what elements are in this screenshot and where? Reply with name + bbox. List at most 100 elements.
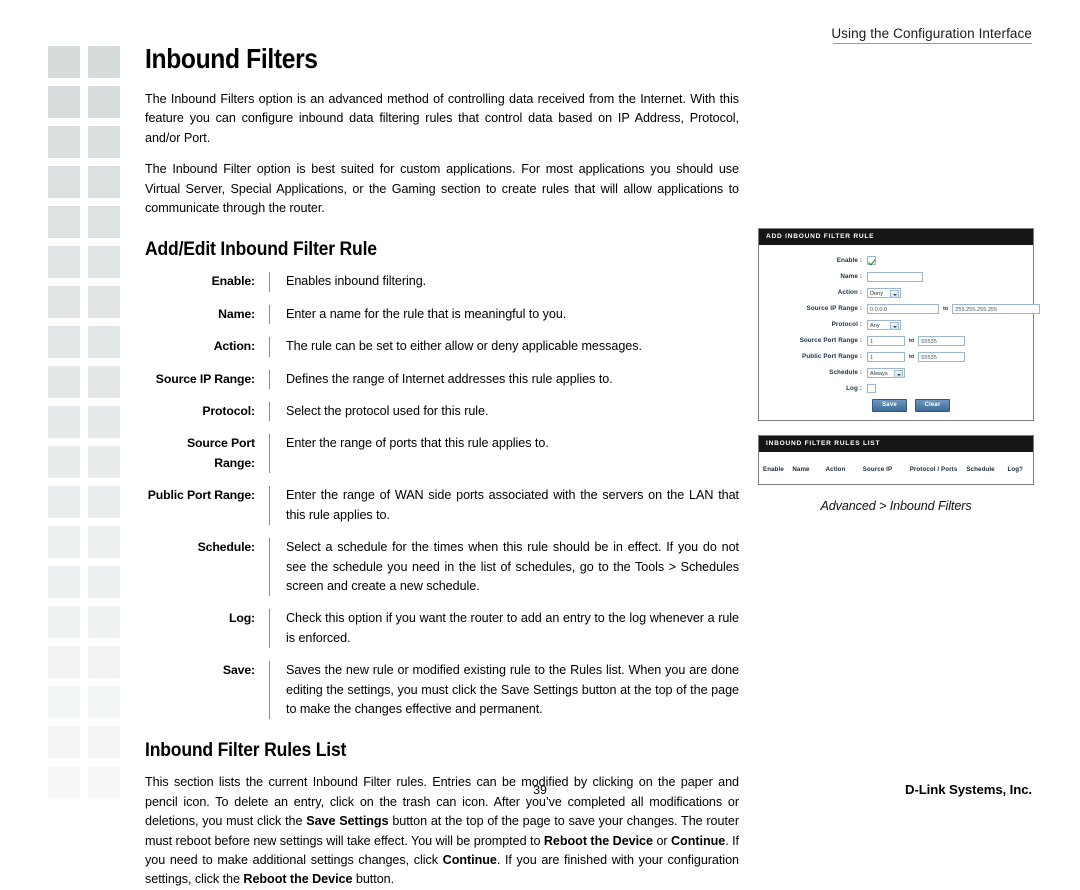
enable-checkbox[interactable]: [867, 256, 876, 265]
schedule-select[interactable]: Always: [867, 367, 905, 378]
decorative-square: [48, 366, 80, 398]
intro-paragraph: The Inbound Filter option is best suited…: [145, 162, 739, 216]
running-header-text: Using the Configuration Interface: [831, 26, 1032, 41]
source-ip-from-input[interactable]: 0.0.0.0: [867, 303, 939, 314]
action-select[interactable]: Deny: [867, 287, 901, 298]
decorative-square: [48, 446, 80, 478]
form-row-enable: Enable :: [767, 254, 1025, 267]
definition-text: Enables inbound filtering.: [269, 272, 739, 292]
label-enable: Enable :: [836, 257, 862, 264]
decorative-square-row: [48, 566, 120, 598]
decorative-square-row: [48, 646, 120, 678]
form-row-source-port-range: Source Port Range : 1 to 65535: [767, 334, 1025, 347]
decorative-square: [88, 326, 120, 358]
definition-text: The rule can be set to either allow or d…: [269, 337, 739, 357]
decorative-square-row: [48, 86, 120, 118]
decorative-square-row: [48, 526, 120, 558]
protocol-select[interactable]: Any: [867, 319, 901, 330]
chevron-down-icon: [890, 321, 899, 330]
rules-table-column-header: Name: [792, 466, 810, 473]
decorative-square: [88, 726, 120, 758]
definition-row: Action: The rule can be set to either all…: [145, 337, 739, 357]
decorative-square: [88, 566, 120, 598]
field-source-ip-range: 0.0.0.0 to 255.255.255.255: [867, 303, 1041, 314]
label-log: Log :: [846, 385, 862, 392]
decorative-square-row: [48, 286, 120, 318]
name-input[interactable]: [867, 271, 923, 282]
clear-button[interactable]: Clear: [915, 399, 950, 412]
decorative-square: [48, 686, 80, 718]
rules-table-column-header: Source IP: [862, 466, 893, 473]
definition-row: Log: Check this option if you want the ro…: [145, 609, 739, 649]
definition-term: Log:: [228, 611, 255, 626]
decorative-square: [88, 46, 120, 78]
log-checkbox[interactable]: [867, 384, 876, 393]
definition-row: Source IP Range: Defines the range of Int…: [145, 369, 739, 390]
decorative-square-row: [48, 606, 120, 638]
intro-paragraph: The Inbound Filters option is an advance…: [145, 92, 739, 145]
definition-term: Source IP Range:: [155, 371, 255, 386]
decorative-square-strip: [48, 46, 120, 806]
public-port-from-input[interactable]: 1: [867, 351, 905, 362]
action-select-value: Deny: [870, 290, 884, 297]
form-row-public-port-range: Public Port Range : 1 to 65535: [767, 350, 1025, 363]
save-button[interactable]: Save: [872, 399, 907, 412]
definition-term: Action:: [213, 339, 255, 354]
body-text: or: [652, 833, 672, 848]
decorative-square: [48, 126, 80, 158]
emphasis-text: Reboot the Device: [543, 833, 653, 848]
page-title: Inbound Filters: [145, 43, 318, 74]
decorative-square: [88, 286, 120, 318]
decorative-square-row: [48, 46, 120, 78]
section-title-add-edit: Add/Edit Inbound Filter Rule: [145, 238, 377, 261]
form-row-schedule: Schedule : Always: [767, 366, 1025, 379]
decorative-square: [88, 526, 120, 558]
running-header: Using the Configuration Interface: [831, 26, 1032, 44]
definition-term: Source Port Range:: [186, 436, 255, 470]
intro-paragraphs: The Inbound Filters option is an advance…: [145, 90, 739, 218]
definition-row: Protocol: Select the protocol used for th…: [145, 402, 739, 422]
decorative-square-row: [48, 686, 120, 718]
decorative-square-row: [48, 486, 120, 518]
emphasis-text: Continue: [442, 852, 497, 867]
definition-term: Protocol:: [202, 404, 255, 419]
source-port-to-input[interactable]: 65535: [918, 335, 966, 346]
form-buttons: Save Clear: [867, 399, 1025, 412]
rules-table-column-header: Schedule: [966, 466, 995, 473]
public-port-to-label: to: [909, 353, 915, 360]
source-port-from-input[interactable]: 1: [867, 335, 905, 346]
public-port-to-input[interactable]: 65535: [918, 351, 966, 362]
decorative-square: [88, 686, 120, 718]
decorative-square: [88, 126, 120, 158]
figure-caption: Advanced > Inbound Filters: [820, 499, 972, 513]
decorative-square: [88, 406, 120, 438]
form-row-source-ip-range: Source IP Range : 0.0.0.0 to 255.255.255…: [767, 302, 1041, 315]
running-header-rule: [833, 43, 1032, 44]
form-row-name: Name :: [767, 270, 1025, 283]
inbound-filter-rules-list-panel: INBOUND FILTER RULES LIST Enable Name Acti…: [758, 435, 1034, 485]
decorative-square-row: [48, 246, 120, 278]
label-name: Name :: [840, 273, 862, 280]
emphasis-text: Save Settings: [306, 814, 389, 829]
definition-text: Select a schedule for the times when thi…: [269, 538, 739, 597]
decorative-square: [48, 406, 80, 438]
decorative-square: [88, 646, 120, 678]
definition-list: Enable: Enables inbound filtering. Name: En…: [145, 272, 739, 720]
field-protocol: Any: [867, 319, 901, 330]
definition-row: Source Port Range: Enter the range of por…: [145, 434, 739, 474]
panel-title-add-rule: ADD INBOUND FILTER RULE: [759, 229, 1033, 245]
definition-text: Enter the range of WAN side ports associ…: [269, 486, 739, 526]
decorative-square-row: [48, 406, 120, 438]
definition-term: Save:: [222, 663, 255, 678]
decorative-square-row: [48, 206, 120, 238]
source-ip-to-input[interactable]: 255.255.255.255: [952, 303, 1041, 314]
field-public-port-range: 1 to 65535: [867, 351, 966, 362]
definition-text: Select the protocol used for this rule.: [269, 402, 739, 422]
chevron-down-icon: [890, 289, 899, 298]
body-text: button.: [352, 872, 395, 887]
add-rule-form: Enable : Name : Action : Deny Source IP …: [759, 245, 1041, 420]
label-source-ip-range: Source IP Range :: [806, 305, 862, 312]
definition-row: Save: Saves the new rule or modified exis…: [145, 661, 739, 720]
decorative-square: [48, 726, 80, 758]
decorative-square: [48, 526, 80, 558]
